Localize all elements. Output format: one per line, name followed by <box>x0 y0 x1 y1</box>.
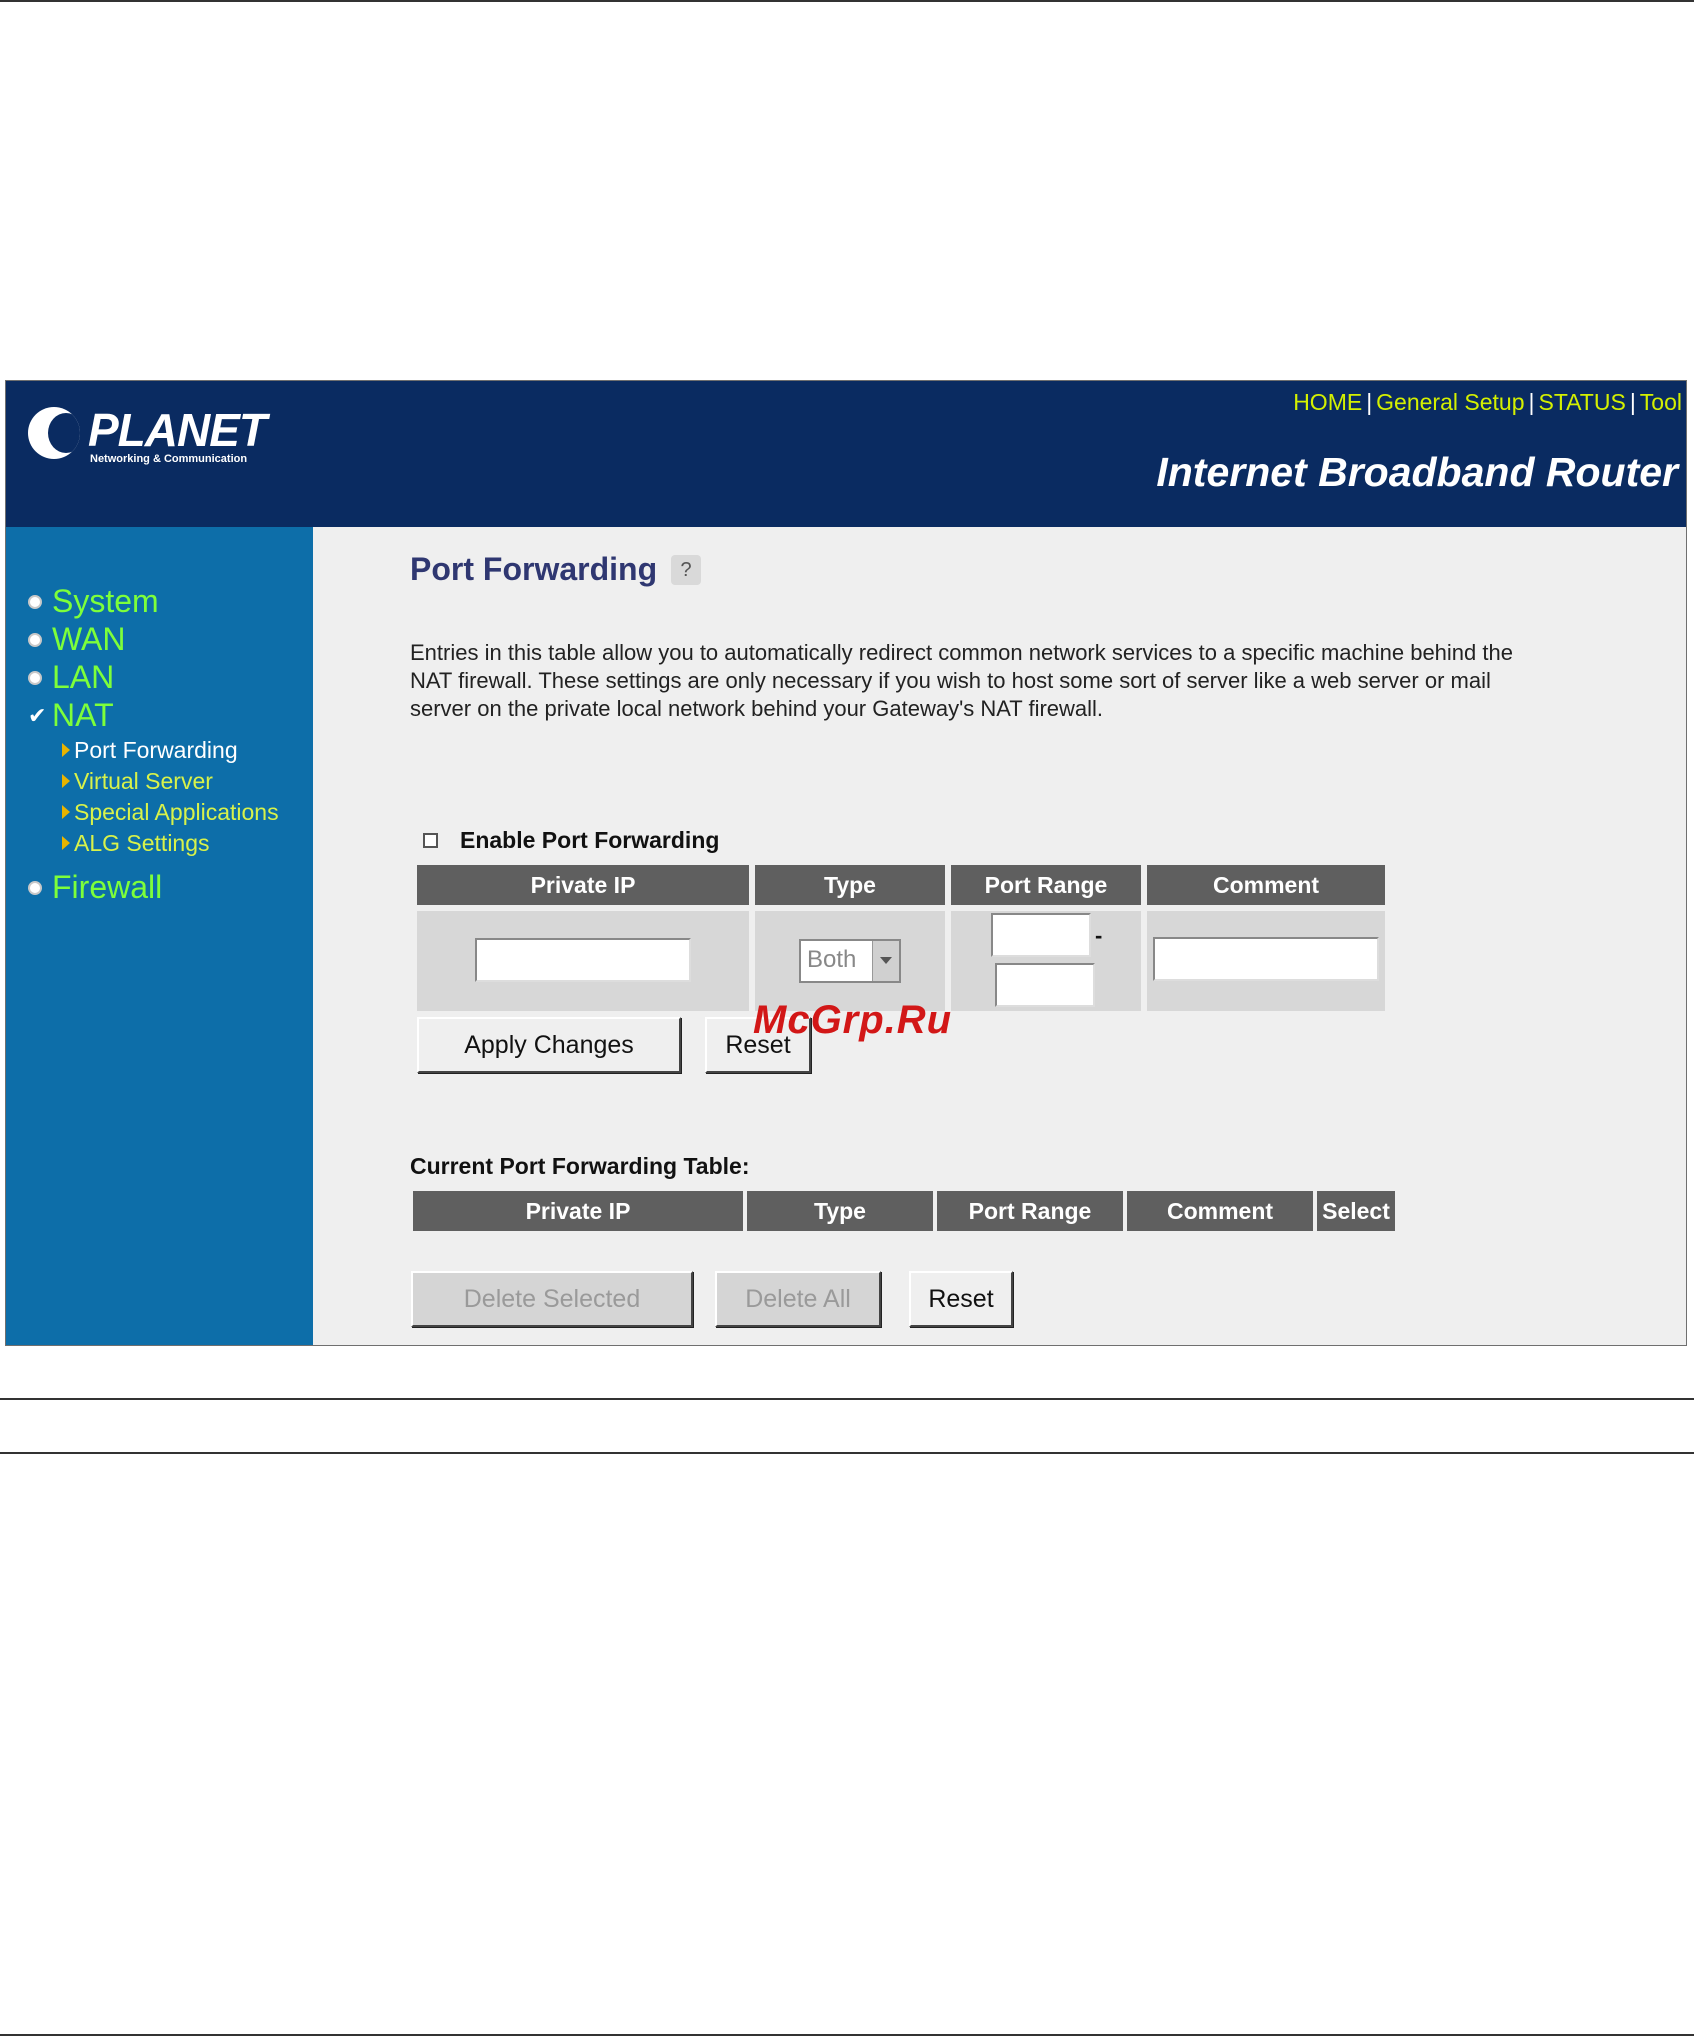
nav-status-link[interactable]: STATUS <box>1538 389 1625 415</box>
bullet-icon <box>28 594 42 609</box>
sidebar-item-wan[interactable]: WAN <box>28 621 125 658</box>
sidebar-subitem-port-forwarding[interactable]: Port Forwarding <box>62 737 238 764</box>
page-description: Entries in this table allow you to autom… <box>410 640 1513 721</box>
private-ip-input[interactable] <box>475 938 691 982</box>
port-range-separator: - <box>1095 923 1103 948</box>
enable-port-forwarding-label: Enable Port Forwarding <box>460 827 720 853</box>
reset-table-button[interactable]: Reset <box>909 1271 1013 1327</box>
page-bottom-rule <box>0 2034 1694 2036</box>
checkmark-icon: ✔ <box>28 702 47 728</box>
router-window: PLANET Networking & Communication HOME | G… <box>5 380 1687 1346</box>
comment-input[interactable] <box>1153 937 1379 981</box>
form-cell-type: Both <box>755 911 945 1011</box>
chevron-down-icon <box>872 941 899 981</box>
sidebar-item-nat[interactable]: ✔ NAT <box>28 697 114 734</box>
delete-selected-button[interactable]: Delete Selected <box>411 1271 693 1327</box>
page-top-rule <box>0 0 1694 2</box>
planet-logo: PLANET Networking & Communication <box>24 403 267 473</box>
page-title: Port Forwarding <box>410 551 658 587</box>
divider-rule-1 <box>0 1398 1694 1400</box>
sidebar-subitem-virtual-server[interactable]: Virtual Server <box>62 768 213 795</box>
form-cell-port-range: - <box>951 911 1141 1011</box>
table-header-type: Type <box>747 1191 933 1231</box>
bullet-icon <box>28 670 42 685</box>
nav-general-setup-link[interactable]: General Setup <box>1376 389 1524 415</box>
divider-rule-2 <box>0 1452 1694 1454</box>
main-content: Port Forwarding ? Entries in this table … <box>313 527 1686 1345</box>
type-select[interactable]: Both <box>799 939 901 983</box>
table-header-private-ip: Private IP <box>413 1191 743 1231</box>
port-range-to-input[interactable] <box>995 963 1095 1007</box>
form-cell-private-ip <box>417 911 749 1011</box>
product-title: Internet Broadband Router <box>1156 449 1678 495</box>
form-cell-comment <box>1147 911 1385 1011</box>
arrow-right-icon <box>62 804 70 819</box>
sidebar-subitem-alg-settings[interactable]: ALG Settings <box>62 830 210 857</box>
port-range-from-input[interactable] <box>991 913 1091 957</box>
top-nav: HOME | General Setup | STATUS | Tool <box>1293 389 1682 415</box>
sidebar: System WAN LAN ✔ NAT Port Forwarding Virt… <box>6 527 313 1345</box>
globe-icon <box>28 407 80 459</box>
nav-home-link[interactable]: HOME <box>1293 389 1362 415</box>
watermark-text: McGrp.Ru <box>753 998 953 1042</box>
form-header-private-ip: Private IP <box>417 865 749 905</box>
apply-changes-button[interactable]: Apply Changes <box>417 1017 681 1073</box>
form-header-type: Type <box>755 865 945 905</box>
sidebar-item-firewall[interactable]: Firewall <box>28 869 162 906</box>
logo-subtitle: Networking & Communication <box>90 453 248 465</box>
sidebar-subitem-special-applications[interactable]: Special Applications <box>62 799 279 826</box>
sidebar-item-lan[interactable]: LAN <box>28 659 114 696</box>
type-select-value: Both <box>807 946 857 973</box>
arrow-right-icon <box>62 742 70 757</box>
bullet-icon <box>28 632 42 647</box>
table-header-select: Select <box>1317 1191 1395 1231</box>
arrow-right-icon <box>62 773 70 788</box>
header-banner: PLANET Networking & Communication HOME | G… <box>6 381 1686 527</box>
table-header-comment: Comment <box>1127 1191 1313 1231</box>
help-icon[interactable]: ? <box>671 555 701 585</box>
form-header-port-range: Port Range <box>951 865 1141 905</box>
enable-port-forwarding-checkbox[interactable] <box>423 833 438 848</box>
logo-text: PLANET <box>88 404 267 456</box>
table-header-port-range: Port Range <box>937 1191 1123 1231</box>
current-table-title: Current Port Forwarding Table: <box>410 1153 750 1179</box>
arrow-right-icon <box>62 835 70 850</box>
form-header-comment: Comment <box>1147 865 1385 905</box>
nav-tool-link[interactable]: Tool <box>1640 389 1682 415</box>
delete-all-button[interactable]: Delete All <box>715 1271 881 1327</box>
enable-port-forwarding-row: Enable Port Forwarding <box>423 827 719 854</box>
bullet-icon <box>28 880 42 895</box>
sidebar-item-system[interactable]: System <box>28 583 159 620</box>
